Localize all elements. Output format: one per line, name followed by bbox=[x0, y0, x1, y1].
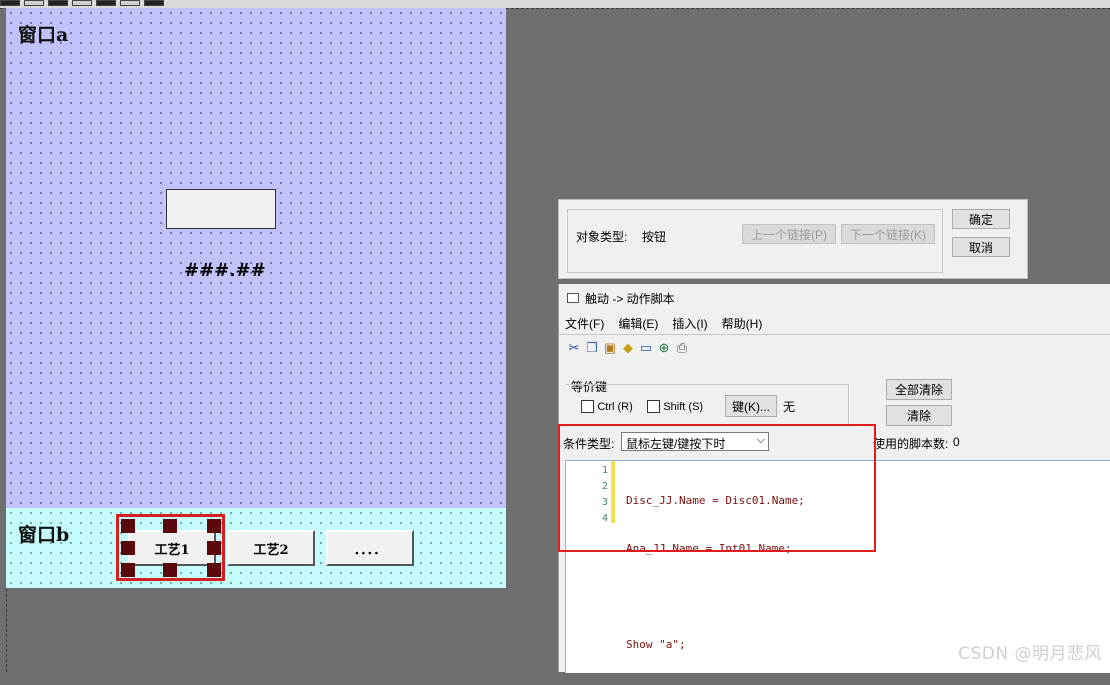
script-dialog-title: 触动 -> 动作脚本 bbox=[585, 291, 675, 306]
toolbar-icon[interactable] bbox=[72, 0, 92, 6]
toolbar-icon[interactable] bbox=[48, 0, 68, 6]
more-button[interactable]: ．．．． bbox=[326, 530, 414, 566]
script-count-label: 使用的脚本数: bbox=[873, 437, 949, 451]
selection-highlight bbox=[116, 514, 225, 581]
cut-icon[interactable]: ✂ bbox=[565, 339, 583, 357]
toolbar-icon[interactable] bbox=[144, 0, 164, 6]
toolbar-icon[interactable] bbox=[24, 0, 44, 6]
object-type-group: 对象类型: 按钮 上一个链接(P) 下一个链接(K) bbox=[567, 209, 943, 273]
shift-checkbox[interactable] bbox=[647, 400, 660, 414]
shift-label: Shift (S) bbox=[663, 401, 704, 413]
script-count-value: 0 bbox=[953, 435, 960, 449]
menu-file[interactable]: 文件(F) bbox=[565, 315, 604, 332]
process2-button[interactable]: 工艺2 bbox=[227, 530, 315, 566]
window-icon[interactable]: ▭ bbox=[637, 339, 655, 357]
toolbar-icon[interactable] bbox=[96, 0, 116, 6]
watermark: CSDN @明月悲风 bbox=[958, 644, 1102, 664]
ctrl-checkbox-wrap[interactable]: Ctrl (R) bbox=[581, 399, 633, 414]
object-type-value: 按钮 bbox=[642, 230, 667, 244]
tag-icon[interactable]: ◆ bbox=[619, 339, 637, 357]
ctrl-checkbox[interactable] bbox=[581, 400, 594, 414]
menu-separator bbox=[559, 334, 1110, 335]
menu-help[interactable]: 帮助(H) bbox=[722, 315, 763, 332]
resize-handle[interactable] bbox=[121, 563, 135, 577]
top-toolbar-strip bbox=[0, 0, 1110, 8]
key-value: 无 bbox=[783, 400, 796, 414]
resize-handle[interactable] bbox=[163, 519, 177, 533]
link-dialog: 对象类型: 按钮 上一个链接(P) 下一个链接(K) 确定 取消 bbox=[558, 199, 1028, 279]
cancel-button[interactable]: 取消 bbox=[952, 237, 1010, 257]
ok-button[interactable]: 确定 bbox=[952, 209, 1010, 229]
window-b-title: 窗口b bbox=[18, 524, 70, 546]
object-type-label: 对象类型: bbox=[576, 230, 628, 244]
print-icon[interactable]: ⎙ bbox=[673, 339, 691, 357]
ctrl-label: Ctrl (R) bbox=[597, 401, 633, 413]
window-a[interactable]: 窗口a ###.## bbox=[6, 8, 506, 508]
resize-handle[interactable] bbox=[121, 519, 135, 533]
window-a-title: 窗口a bbox=[18, 24, 69, 46]
resize-handle[interactable] bbox=[207, 519, 221, 533]
script-dialog-titlebar: 触动 -> 动作脚本 bbox=[559, 284, 1110, 312]
paste-icon[interactable]: ▣ bbox=[601, 339, 619, 357]
annotation-highlight-box bbox=[558, 424, 876, 552]
clear-all-button[interactable]: 全部清除 bbox=[886, 379, 952, 400]
copy-icon[interactable]: ❐ bbox=[583, 339, 601, 357]
prev-link-button[interactable]: 上一个链接(P) bbox=[742, 224, 836, 244]
top-toolbar-icons bbox=[0, 0, 168, 8]
window-b[interactable]: 窗口b 工艺1 工艺2 ．．．． bbox=[6, 508, 506, 588]
resize-handle[interactable] bbox=[163, 563, 177, 577]
menu-bar: 文件(F) 编辑(E) 插入(I) 帮助(H) bbox=[565, 315, 776, 332]
numeric-display[interactable]: ###.## bbox=[184, 260, 266, 281]
shift-checkbox-wrap[interactable]: Shift (S) bbox=[647, 399, 704, 414]
script-toolbar: ✂ ❐ ▣ ◆ ▭ ⊕ ⎙ bbox=[565, 339, 691, 357]
clear-button[interactable]: 清除 bbox=[886, 405, 952, 426]
process2-label: 工艺2 bbox=[253, 542, 289, 558]
link-icon[interactable]: ⊕ bbox=[655, 339, 673, 357]
menu-insert[interactable]: 插入(I) bbox=[672, 315, 707, 332]
window-icon bbox=[567, 293, 579, 303]
more-label: ．．．． bbox=[353, 542, 387, 558]
resize-handle[interactable] bbox=[207, 563, 221, 577]
next-link-button[interactable]: 下一个链接(K) bbox=[841, 224, 935, 244]
equivalent-key-group: Ctrl (R) Shift (S) 键(K)... 无 bbox=[565, 384, 849, 426]
code-line[interactable]: Show "a"; bbox=[626, 637, 805, 653]
resize-handle[interactable] bbox=[121, 541, 135, 555]
input-box[interactable] bbox=[166, 189, 276, 229]
key-button[interactable]: 键(K)... bbox=[725, 395, 777, 417]
toolbar-icon[interactable] bbox=[120, 0, 140, 6]
resize-handle[interactable] bbox=[207, 541, 221, 555]
code-line[interactable] bbox=[626, 589, 805, 605]
menu-edit[interactable]: 编辑(E) bbox=[618, 315, 658, 332]
toolbar-icon[interactable] bbox=[0, 0, 20, 6]
